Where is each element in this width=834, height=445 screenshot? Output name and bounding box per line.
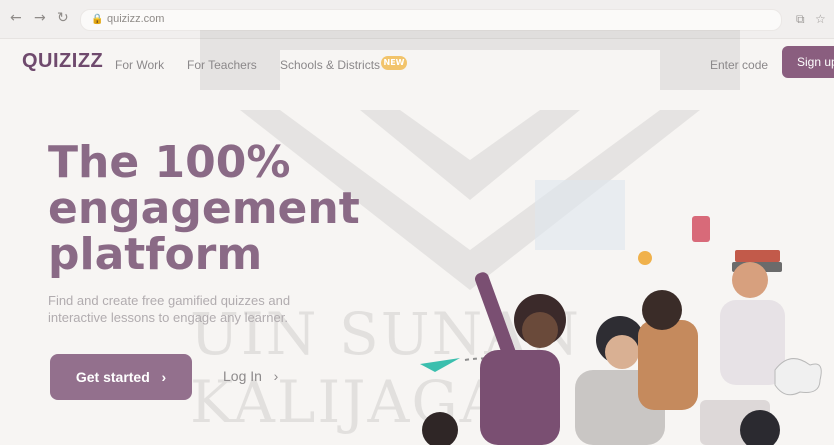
nav-schools-districts[interactable]: Schools & Districts [280, 58, 380, 72]
lock-icon: 🔒 [91, 14, 104, 25]
nav-for-work[interactable]: For Work [115, 58, 164, 72]
chevron-right-icon: › [265, 368, 279, 384]
student-1-face [522, 312, 558, 348]
get-started-button[interactable]: Get started › [50, 354, 192, 400]
cloud-icon [774, 358, 822, 396]
chevron-right-icon: › [153, 369, 167, 385]
student-3-hair [642, 290, 682, 330]
exclamation-bubble-icon [692, 216, 710, 242]
books-icon [735, 250, 780, 262]
hero-title-line: platform [48, 229, 263, 280]
url-text: quizizz.com [107, 13, 165, 25]
enter-code-link[interactable]: Enter code [710, 58, 768, 72]
login-label: Log In [223, 368, 262, 384]
forward-arrow-icon[interactable]: → [34, 10, 46, 26]
quizizz-logo[interactable]: QUIZIZZ [22, 50, 103, 73]
student-5-head [422, 412, 458, 445]
signup-button[interactable]: Sign up [782, 46, 834, 78]
get-started-label: Get started [75, 369, 150, 385]
student-1-body [480, 350, 560, 445]
back-arrow-icon[interactable]: ← [10, 10, 22, 26]
bookmark-star-icon[interactable]: ☆ [815, 12, 826, 26]
paper-plane-icon [420, 358, 460, 372]
hero-title: The 100% engagement platform [48, 140, 408, 278]
hero-subtitle: Find and create free gamified quizzes an… [48, 292, 368, 326]
address-bar[interactable]: 🔒 quizizz.com [80, 9, 782, 31]
nav-for-teachers[interactable]: For Teachers [187, 58, 257, 72]
browser-toolbar: ← → ↻ 🔒 quizizz.com ⧉ ☆ [0, 0, 834, 39]
lightbulb-icon [638, 251, 652, 265]
login-link[interactable]: Log In › [223, 368, 278, 384]
background-panel [535, 180, 625, 250]
hero-subtitle-line: interactive lessons to engage any learne… [48, 310, 288, 325]
reload-icon[interactable]: ↻ [57, 10, 69, 26]
new-badge: NEW [381, 56, 407, 70]
hero-title-line: engagement [48, 183, 360, 234]
hero-subtitle-line: Find and create free gamified quizzes an… [48, 293, 291, 308]
student-3-body [638, 320, 698, 410]
student-4-face [732, 262, 768, 298]
students-illustration [420, 180, 822, 445]
student-2-face [605, 335, 639, 369]
extension-icon[interactable]: ⧉ [796, 12, 805, 27]
hero-title-line: The 100% [48, 137, 291, 188]
